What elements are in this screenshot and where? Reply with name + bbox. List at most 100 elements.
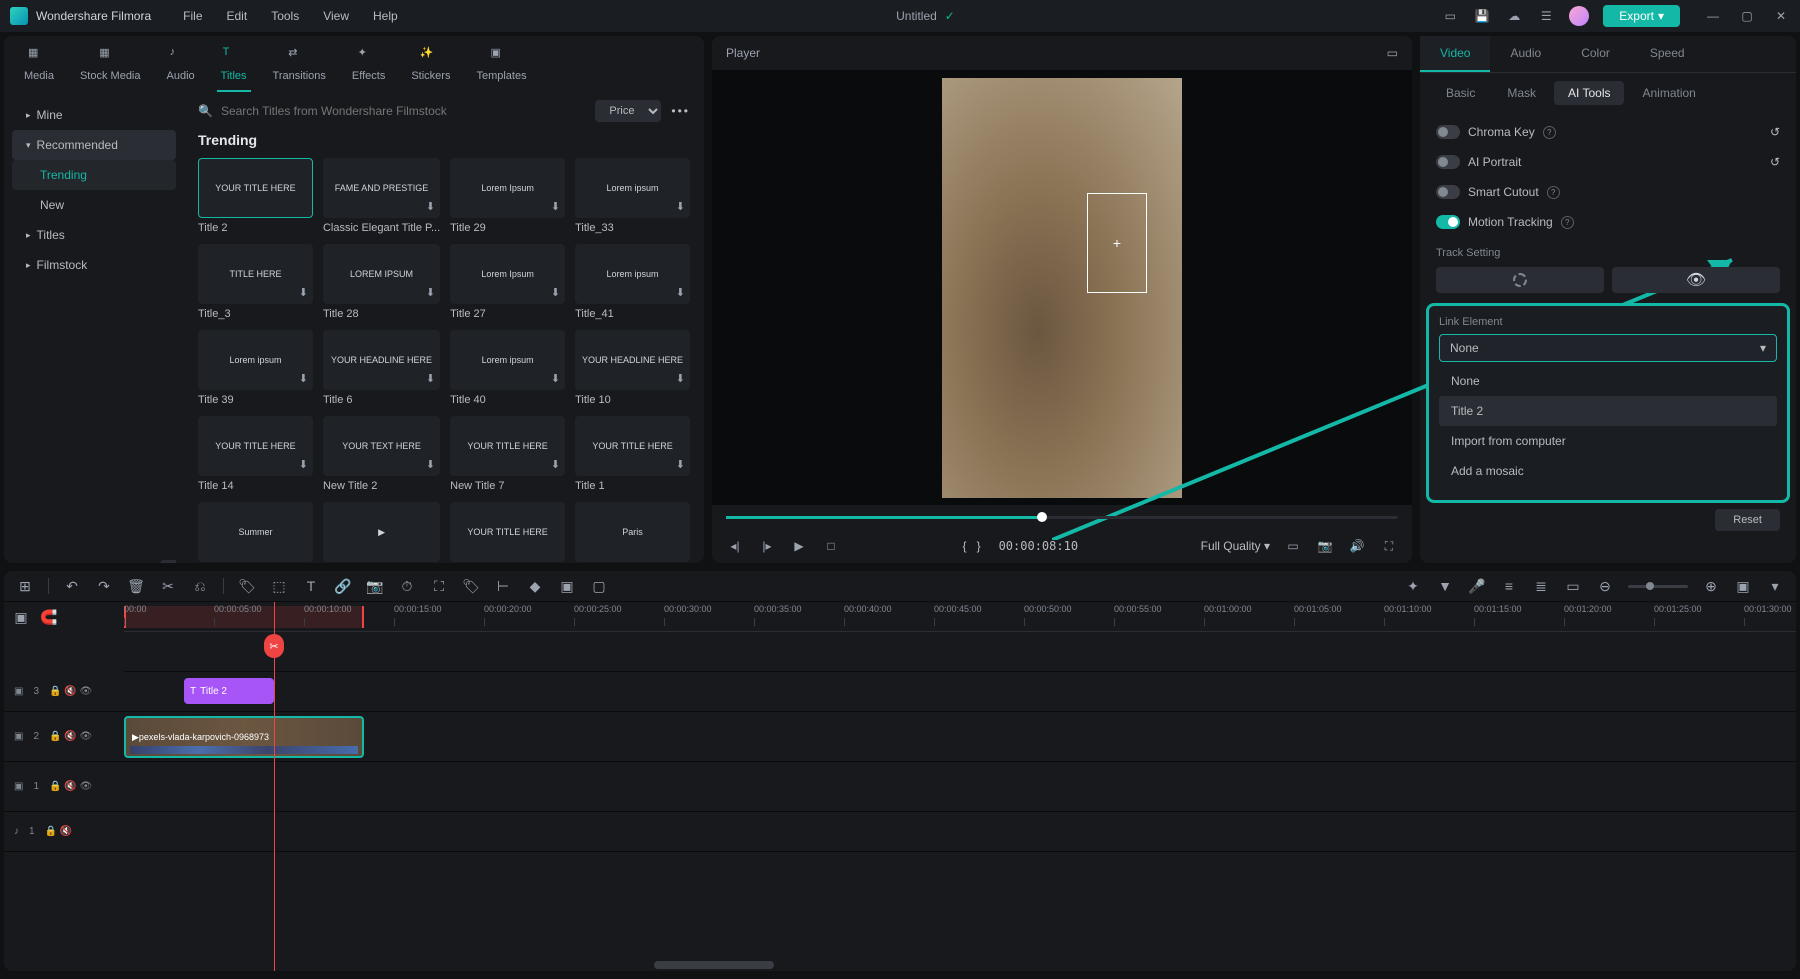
tab-templates[interactable]: ▣Templates xyxy=(472,42,530,90)
reset-chroma-icon[interactable]: ↺ xyxy=(1770,125,1780,139)
tab-speed[interactable]: Speed xyxy=(1630,36,1705,72)
title-tile[interactable]: YOUR TITLE HERE⬇Title 14 xyxy=(198,416,313,492)
tab-audio[interactable]: ♪Audio xyxy=(163,42,199,90)
tab-audio[interactable]: Audio xyxy=(1490,36,1561,72)
cloud-icon[interactable]: ☁ xyxy=(1505,7,1523,25)
title-tile[interactable]: Lorem Ipsum⬇Title 27 xyxy=(450,244,565,320)
maximize-icon[interactable]: ▢ xyxy=(1738,7,1756,25)
track-loading[interactable] xyxy=(1436,267,1604,293)
title-clip[interactable]: T Title 2 xyxy=(184,678,274,704)
link-element-select[interactable]: None▾ xyxy=(1439,334,1777,362)
motion-track-box[interactable] xyxy=(1087,193,1147,293)
tab-media[interactable]: ▦Media xyxy=(20,42,58,90)
export-button[interactable]: Export ▾ xyxy=(1603,5,1680,27)
track-head-2[interactable]: ▣ 2 🔒 🔇 👁 xyxy=(4,712,124,762)
layout-icon[interactable]: ⊞ xyxy=(16,577,34,595)
undo-icon[interactable]: ↶ xyxy=(63,577,81,595)
crop-icon[interactable]: ⬚ xyxy=(270,577,288,595)
mic-icon[interactable]: 🎤 xyxy=(1468,577,1486,595)
reset-button[interactable]: Reset xyxy=(1715,509,1780,531)
title-tile[interactable]: YOUR HEADLINE HERE⬇Title 10 xyxy=(575,330,690,406)
sidebar-mine[interactable]: ▸Mine xyxy=(12,100,176,130)
link-option-mosaic[interactable]: Add a mosaic xyxy=(1439,456,1777,486)
title-tile[interactable]: Lorem ipsum⬇Title_41 xyxy=(575,244,690,320)
stack-icon[interactable]: ≣ xyxy=(1532,577,1550,595)
mixer-icon[interactable]: ≡ xyxy=(1500,577,1518,595)
monitor-icon[interactable]: ▭ xyxy=(1441,7,1459,25)
toggle-motion[interactable] xyxy=(1436,215,1460,229)
link-icon[interactable]: 🔗 xyxy=(334,577,352,595)
reset-portrait-icon[interactable]: ↺ xyxy=(1770,155,1780,169)
screenshot-icon[interactable]: 📷 xyxy=(366,577,384,595)
tab-video[interactable]: Video xyxy=(1420,36,1490,72)
title-tile[interactable]: YOUR TITLE HERE⬇Title 1 xyxy=(575,416,690,492)
split-icon[interactable]: ⎌ xyxy=(191,577,209,595)
zoom-slider[interactable] xyxy=(1628,585,1688,588)
title-tile[interactable]: Paris xyxy=(575,502,690,563)
toggle-cutout[interactable] xyxy=(1436,185,1460,199)
title-tile[interactable]: Lorem Ipsum⬇Title 29 xyxy=(450,158,565,234)
group-icon[interactable]: ▣ xyxy=(558,577,576,595)
magnet-icon[interactable]: 🧲 xyxy=(40,608,58,626)
help-icon[interactable]: ? xyxy=(1543,126,1556,139)
mark-out-icon[interactable]: } xyxy=(977,539,981,553)
playhead[interactable]: ✂ xyxy=(274,602,275,971)
title-tile[interactable]: LOREM IPSUM⬇Title 28 xyxy=(323,244,440,320)
title-tile[interactable]: YOUR TEXT HERE⬇New Title 2 xyxy=(323,416,440,492)
tab-stock-media[interactable]: ▦Stock Media xyxy=(76,42,145,90)
track-head-1[interactable]: ▣ 1 🔒 🔇 👁 xyxy=(4,762,124,812)
help-icon[interactable]: ? xyxy=(1561,216,1574,229)
toggle-portrait[interactable] xyxy=(1436,155,1460,169)
sidebar-collapse[interactable]: ◂ xyxy=(160,560,176,563)
sidebar-recommended[interactable]: ▾Recommended xyxy=(12,130,176,160)
subtab-mask[interactable]: Mask xyxy=(1493,81,1550,105)
title-tile[interactable]: YOUR TITLE HERE xyxy=(450,502,565,563)
tab-effects[interactable]: ✦Effects xyxy=(348,42,389,90)
link-option-import[interactable]: Import from computer xyxy=(1439,426,1777,456)
color-tag-icon[interactable]: 🏷 xyxy=(462,577,480,595)
marker-icon[interactable]: ▼ xyxy=(1436,577,1454,595)
price-select[interactable]: Price xyxy=(595,100,661,122)
subtab-ai-tools[interactable]: AI Tools xyxy=(1554,81,1624,105)
auto-icon[interactable]: ✦ xyxy=(1404,577,1422,595)
camera-icon[interactable]: 📷 xyxy=(1316,537,1334,555)
next-frame-icon[interactable]: |▸ xyxy=(758,537,776,555)
fit-icon[interactable]: ▣ xyxy=(1734,577,1752,595)
prev-frame-icon[interactable]: ◂| xyxy=(726,537,744,555)
menu-help[interactable]: Help xyxy=(361,9,410,23)
player-scrubber[interactable] xyxy=(726,516,1398,519)
video-clip[interactable]: ▶ pexels-vlada-karpovich-0968973 xyxy=(124,716,364,758)
toggle-chroma[interactable] xyxy=(1436,125,1460,139)
menu-edit[interactable]: Edit xyxy=(215,9,260,23)
redo-icon[interactable]: ↷ xyxy=(95,577,113,595)
view-select-icon[interactable]: ▾ xyxy=(1766,577,1784,595)
title-tile[interactable]: Lorem ipsum⬇Title_33 xyxy=(575,158,690,234)
more-icon[interactable]: ••• xyxy=(671,104,690,118)
display-icon[interactable]: ▭ xyxy=(1284,537,1302,555)
title-tile[interactable]: Lorem ipsum⬇Title 39 xyxy=(198,330,313,406)
ungroup-icon[interactable]: ▢ xyxy=(590,577,608,595)
title-tile[interactable]: YOUR TITLE HERE⬇New Title 7 xyxy=(450,416,565,492)
cut-icon[interactable]: ✂ xyxy=(159,577,177,595)
delete-icon[interactable]: 🗑 xyxy=(127,577,145,595)
speed-icon[interactable]: ⏱ xyxy=(398,577,416,595)
minimize-icon[interactable]: — xyxy=(1704,7,1722,25)
link-option-title2[interactable]: Title 2 xyxy=(1439,396,1777,426)
zoom-in-icon[interactable]: ⊕ xyxy=(1702,577,1720,595)
title-tile[interactable]: Summer xyxy=(198,502,313,563)
track-head-3[interactable]: ▣ 3 🔒 🔇 👁 xyxy=(4,672,124,712)
subtab-animation[interactable]: Animation xyxy=(1628,81,1709,105)
text-icon[interactable]: T xyxy=(302,577,320,595)
fullscreen-icon[interactable]: ⛶ xyxy=(1380,537,1398,555)
player-canvas[interactable] xyxy=(712,70,1412,505)
save-icon[interactable]: 💾 xyxy=(1473,7,1491,25)
align-icon[interactable]: ⊢ xyxy=(494,577,512,595)
title-tile[interactable]: YOUR HEADLINE HERE⬇Title 6 xyxy=(323,330,440,406)
scrollbar[interactable] xyxy=(654,961,774,969)
title-tile[interactable]: TITLE HERE⬇Title_3 xyxy=(198,244,313,320)
volume-icon[interactable]: 🔊 xyxy=(1348,537,1366,555)
expand-icon[interactable]: ⛶ xyxy=(430,577,448,595)
search-input[interactable] xyxy=(221,104,585,118)
link-option-none[interactable]: None xyxy=(1439,366,1777,396)
subtab-basic[interactable]: Basic xyxy=(1432,81,1489,105)
